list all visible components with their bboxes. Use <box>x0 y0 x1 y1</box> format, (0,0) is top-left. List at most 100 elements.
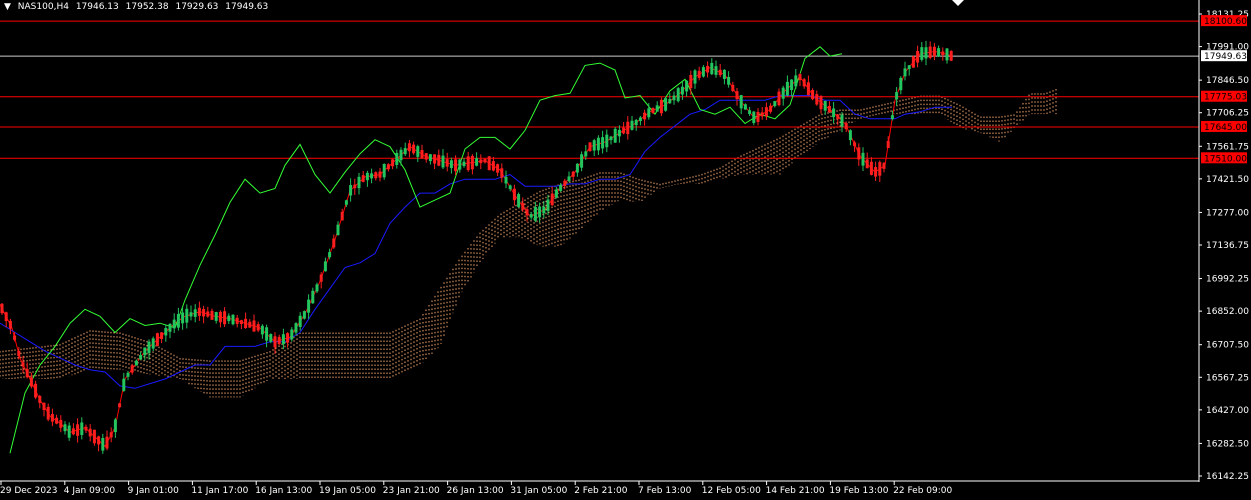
bear-candle <box>571 171 575 177</box>
bull-candle <box>634 119 638 126</box>
bear-candle <box>420 150 424 159</box>
x-tick-label: 9 Jan 01:00 <box>128 486 180 496</box>
x-tick-label: 7 Feb 13:00 <box>638 486 692 496</box>
bull-candle <box>647 108 651 118</box>
bear-candle <box>874 167 878 177</box>
bull-candle <box>403 148 407 155</box>
bear-candle <box>445 159 449 167</box>
y-tick-labels: 18131.2517991.0017846.5017706.2517561.75… <box>1199 10 1249 482</box>
bull-candle <box>399 149 403 161</box>
bear-candle <box>239 320 243 324</box>
bull-candle <box>554 189 558 198</box>
bear-candle <box>197 307 201 316</box>
y-tick-label: 16567.25 <box>1206 373 1249 383</box>
bear-candle <box>319 274 323 282</box>
x-tick-labels: 29 Dec 2023 4 Jan 09:00 9 Jan 01:00 11 Jan … <box>0 481 953 496</box>
bear-candle <box>361 175 365 182</box>
bear-candle <box>643 112 647 120</box>
bear-candle <box>13 335 17 340</box>
bear-candle <box>521 203 525 210</box>
bear-candle <box>160 332 164 340</box>
bull-candle <box>365 172 369 181</box>
price-chart[interactable]: 18131.2517991.0017846.5017706.2517561.75… <box>0 0 1251 500</box>
bear-candle <box>764 107 768 117</box>
bear-candle <box>437 154 441 166</box>
bull-candle <box>147 341 151 353</box>
bear-candle <box>218 311 222 323</box>
bull-candle <box>168 323 172 332</box>
bear-candle <box>878 162 882 176</box>
bear-candle <box>622 127 626 134</box>
bear-candle <box>206 311 210 317</box>
bear-candle <box>38 395 42 403</box>
bull-candle <box>899 77 903 91</box>
bear-candle <box>97 436 101 445</box>
bull-candle <box>672 95 676 101</box>
bull-candle <box>890 115 894 120</box>
bull-candle <box>668 98 672 104</box>
bull-candle <box>693 70 697 84</box>
x-tick-label: 19 Jan 05:00 <box>319 486 376 496</box>
bear-candle <box>844 123 848 130</box>
bear-candle <box>340 211 344 221</box>
bull-candle <box>214 312 218 321</box>
bear-candle <box>735 91 739 100</box>
x-tick-label: 12 Feb 05:00 <box>702 486 761 496</box>
bear-candle <box>718 69 722 76</box>
bear-candle <box>71 428 75 435</box>
y-tick-label: 16992.25 <box>1206 275 1249 285</box>
bull-candle <box>601 137 605 149</box>
bull-candle <box>680 86 684 95</box>
bull-candle <box>290 329 294 340</box>
bear-candle <box>550 193 554 206</box>
bull-candle <box>848 130 852 141</box>
bear-candle <box>202 309 206 317</box>
bear-candle <box>386 164 390 170</box>
x-tick-label: 2 Feb 21:00 <box>574 486 628 496</box>
bear-candle <box>806 82 810 96</box>
bear-candle <box>853 142 857 147</box>
y-tick-label: 17421.50 <box>1206 175 1249 185</box>
bear-candle <box>588 142 592 151</box>
bull-candle <box>462 161 466 167</box>
bear-candle <box>697 70 701 78</box>
bull-candle <box>517 194 521 207</box>
bull-candle <box>294 323 298 333</box>
bull-candle <box>840 114 844 127</box>
bull-candle <box>508 185 512 190</box>
bear-candle <box>819 95 823 110</box>
bear-candle <box>802 79 806 87</box>
bull-candle <box>739 95 743 109</box>
bull-candle <box>395 152 399 165</box>
y-tick-label: 16282.50 <box>1206 439 1249 449</box>
bull-candle <box>538 206 542 218</box>
bull-candle <box>685 80 689 92</box>
bear-candle <box>433 154 437 164</box>
level-label: 17645.00 <box>1204 123 1247 133</box>
level-label: 18100.60 <box>1204 17 1247 27</box>
bear-candle <box>50 413 54 422</box>
bear-candle <box>869 161 873 175</box>
bull-candle <box>609 136 613 141</box>
scroll-marker-icon[interactable] <box>952 0 964 6</box>
bear-candle <box>59 419 63 428</box>
bull-candle <box>861 152 865 166</box>
y-tick-label: 17706.25 <box>1206 109 1249 119</box>
bull-candle <box>176 314 180 328</box>
bear-candle <box>92 429 96 444</box>
bull-candle <box>722 69 726 79</box>
bull-candle <box>790 79 794 91</box>
bear-candle <box>46 406 50 420</box>
x-tick-label: 29 Dec 2023 <box>0 486 58 496</box>
bull-candle <box>895 92 899 100</box>
bear-candle <box>865 159 869 169</box>
bull-candle <box>945 48 949 61</box>
bull-candle <box>281 334 285 345</box>
bull-candle <box>664 98 668 111</box>
bear-candle <box>496 164 500 173</box>
bull-candle <box>785 81 789 96</box>
bear-candle <box>815 94 819 105</box>
bear-candle <box>76 424 80 436</box>
bear-candle <box>8 320 12 329</box>
bear-candle <box>760 112 764 117</box>
